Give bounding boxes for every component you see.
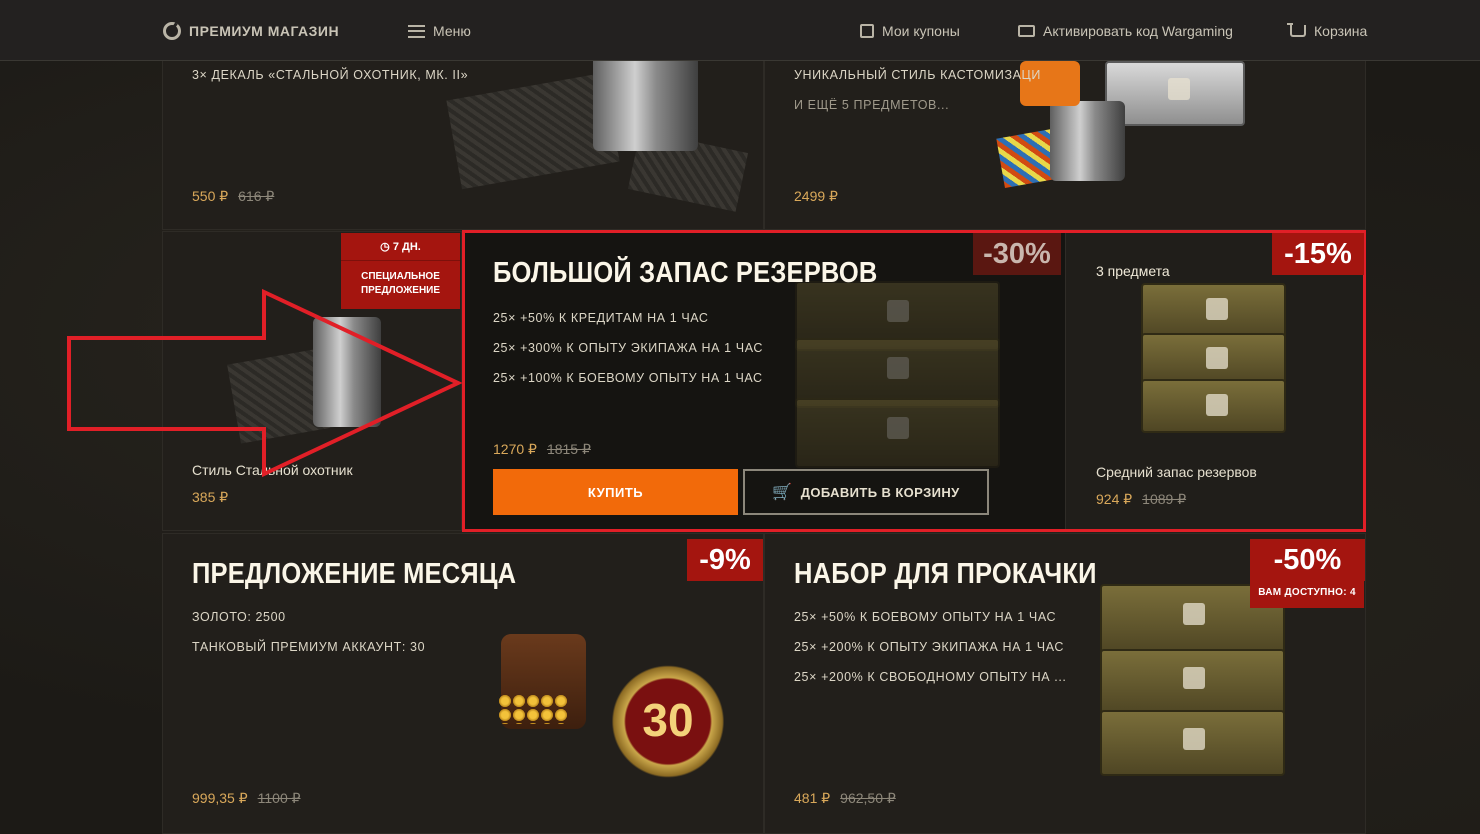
coupon-icon: [860, 24, 874, 38]
activate-label: Активировать код Wargaming: [1043, 23, 1233, 39]
keyboard-icon: [1018, 25, 1035, 37]
cart-link[interactable]: Корзина: [1287, 21, 1368, 41]
cart-icon: [1287, 23, 1306, 37]
menu-button[interactable]: Меню: [408, 21, 471, 41]
arrow-shape: [67, 288, 463, 478]
premium-shop-logo[interactable]: ПРЕМИУМ МАГАЗИН: [163, 21, 339, 41]
highlight-arrow-annotation: [67, 288, 463, 478]
logo-label: ПРЕМИУМ МАГАЗИН: [189, 23, 340, 39]
coupons-label: Мои купоны: [882, 23, 960, 39]
menu-label: Меню: [433, 23, 471, 39]
cart-label: Корзина: [1314, 23, 1368, 39]
wargaming-logo-icon: [163, 22, 181, 40]
top-nav: ПРЕМИУМ МАГАЗИН Меню Мои купоны Активиро…: [0, 0, 1480, 61]
activate-code-link[interactable]: Активировать код Wargaming: [1018, 21, 1233, 41]
my-coupons-link[interactable]: Мои купоны: [860, 21, 960, 41]
hamburger-icon: [408, 24, 425, 38]
